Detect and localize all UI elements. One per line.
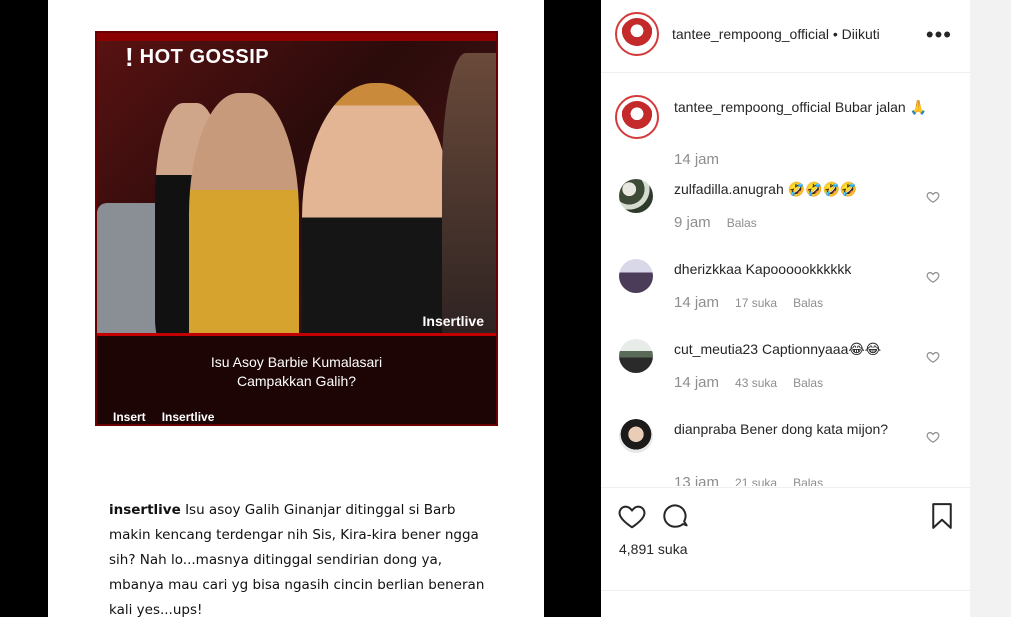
add-comment-bar[interactable] [601, 590, 970, 617]
media-footer-logos: Insert Insertlive [113, 410, 214, 424]
separator-dot: • [832, 26, 838, 42]
comment-avatar[interactable] [619, 259, 653, 293]
comment-meta: 14 jam 17 suka Balas [674, 294, 823, 311]
comment-time[interactable]: 14 jam [674, 374, 719, 391]
comment-reply-button[interactable]: Balas [793, 376, 823, 390]
post-header-text: tantee_rempoong_official • Diikuti [672, 26, 880, 42]
post-media: ! HOT GOSSIP Insertlive Isu Asoy Barbie … [48, 0, 544, 617]
media-text-username: insertlive [109, 502, 181, 518]
comment-reply-button[interactable]: Balas [793, 476, 823, 487]
media-caption: Isu Asoy Barbie Kumalasari Campakkan Gal… [97, 353, 496, 391]
comment-icon[interactable] [661, 501, 691, 531]
hot-gossip-badge: ! HOT GOSSIP [125, 42, 270, 72]
comment-body: dherizkkaa Kapoooookkkkkk [674, 260, 929, 279]
account-avatar[interactable] [615, 12, 659, 56]
caption-text: Bubar jalan 🙏 [834, 99, 928, 115]
comment-time[interactable]: 14 jam [674, 294, 719, 311]
comment-username[interactable]: cut_meutia23 [674, 341, 758, 357]
media-image: ! HOT GOSSIP Insertlive Isu Asoy Barbie … [95, 31, 498, 426]
post-actions: 4,891 suka [601, 487, 970, 597]
media-caption-line: Campakkan Galih? [236, 373, 357, 389]
comment-avatar[interactable] [619, 339, 653, 373]
post-sidebar: tantee_rempoong_official • Diikuti ••• t… [601, 0, 970, 617]
media-caption-bar: Isu Asoy Barbie Kumalasari Campakkan Gal… [97, 333, 496, 424]
comment-body: zulfadilla.anugrah 🤣🤣🤣🤣 [674, 180, 929, 199]
media-figure [189, 93, 299, 363]
comment-meta: 14 jam 43 suka Balas [674, 374, 823, 391]
comment-text: 🤣🤣🤣🤣 [787, 181, 858, 197]
comments-list[interactable]: tantee_rempoong_official Bubar jalan 🙏 1… [601, 74, 970, 486]
caption-time[interactable]: 14 jam [674, 151, 719, 168]
caption-body: tantee_rempoong_official Bubar jalan 🙏 [674, 98, 929, 117]
comment-reply-button[interactable]: Balas [727, 216, 757, 230]
comment-time[interactable]: 9 jam [674, 214, 711, 231]
comment-meta: 13 jam 21 suka Balas [674, 474, 823, 486]
comment-reply-button[interactable]: Balas [793, 296, 823, 310]
comment-text: Kapoooookkkkkk [745, 261, 852, 277]
comment-time[interactable]: 13 jam [674, 474, 719, 486]
comment-like-heart-icon[interactable] [926, 430, 940, 444]
insert-logo: Insert [113, 410, 146, 424]
media-figure [442, 53, 496, 353]
likes-count[interactable]: 4,891 suka [619, 541, 688, 557]
comment-likes-count[interactable]: 17 suka [735, 296, 777, 310]
media-post-text: insertlive Isu asoy Galih Ginanjar ditin… [109, 498, 489, 617]
comment-body: dianpraba Bener dong kata mijon? [674, 420, 929, 439]
hot-gossip-label: HOT GOSSIP [139, 45, 270, 68]
comment-avatar[interactable] [619, 419, 653, 453]
insertlive-watermark: Insertlive [422, 313, 484, 329]
exclamation-icon: ! [125, 42, 134, 72]
comment-username[interactable]: dianpraba [674, 421, 736, 437]
comment-text: Captionnyaaa😂😂 [761, 341, 882, 357]
bookmark-icon[interactable] [927, 501, 957, 531]
comment-username[interactable]: zulfadilla.anugrah [674, 181, 784, 197]
media-frame-top [97, 33, 496, 41]
page-right-edge [970, 0, 1011, 617]
comment-like-heart-icon[interactable] [926, 350, 940, 364]
insertlive-logo: Insertlive [161, 410, 215, 424]
heart-icon[interactable] [617, 501, 647, 531]
comment-like-heart-icon[interactable] [926, 190, 940, 204]
comment-username[interactable]: dherizkkaa [674, 261, 742, 277]
media-text-body: Isu asoy Galih Ginanjar ditinggal si Bar… [109, 502, 485, 617]
comment-text: Bener dong kata mijon? [740, 421, 889, 437]
caption-avatar[interactable] [615, 95, 659, 139]
comment-meta: 9 jam Balas [674, 214, 757, 231]
media-caption-line: Isu Asoy Barbie Kumalasari [210, 354, 383, 370]
more-options-icon[interactable]: ••• [926, 22, 952, 48]
caption-username[interactable]: tantee_rempoong_official [674, 99, 831, 115]
account-username[interactable]: tantee_rempoong_official [672, 26, 829, 42]
caption-accent-line [97, 333, 496, 336]
comment-likes-count[interactable]: 43 suka [735, 376, 777, 390]
comment-like-heart-icon[interactable] [926, 270, 940, 284]
comment-body: cut_meutia23 Captionnyaaa😂😂 [674, 340, 929, 359]
comment-avatar[interactable] [619, 179, 653, 213]
caption-meta: 14 jam [674, 151, 719, 168]
follow-status-button[interactable]: Diikuti [842, 26, 880, 42]
post-header: tantee_rempoong_official • Diikuti ••• [601, 0, 970, 73]
comment-likes-count[interactable]: 21 suka [735, 476, 777, 487]
